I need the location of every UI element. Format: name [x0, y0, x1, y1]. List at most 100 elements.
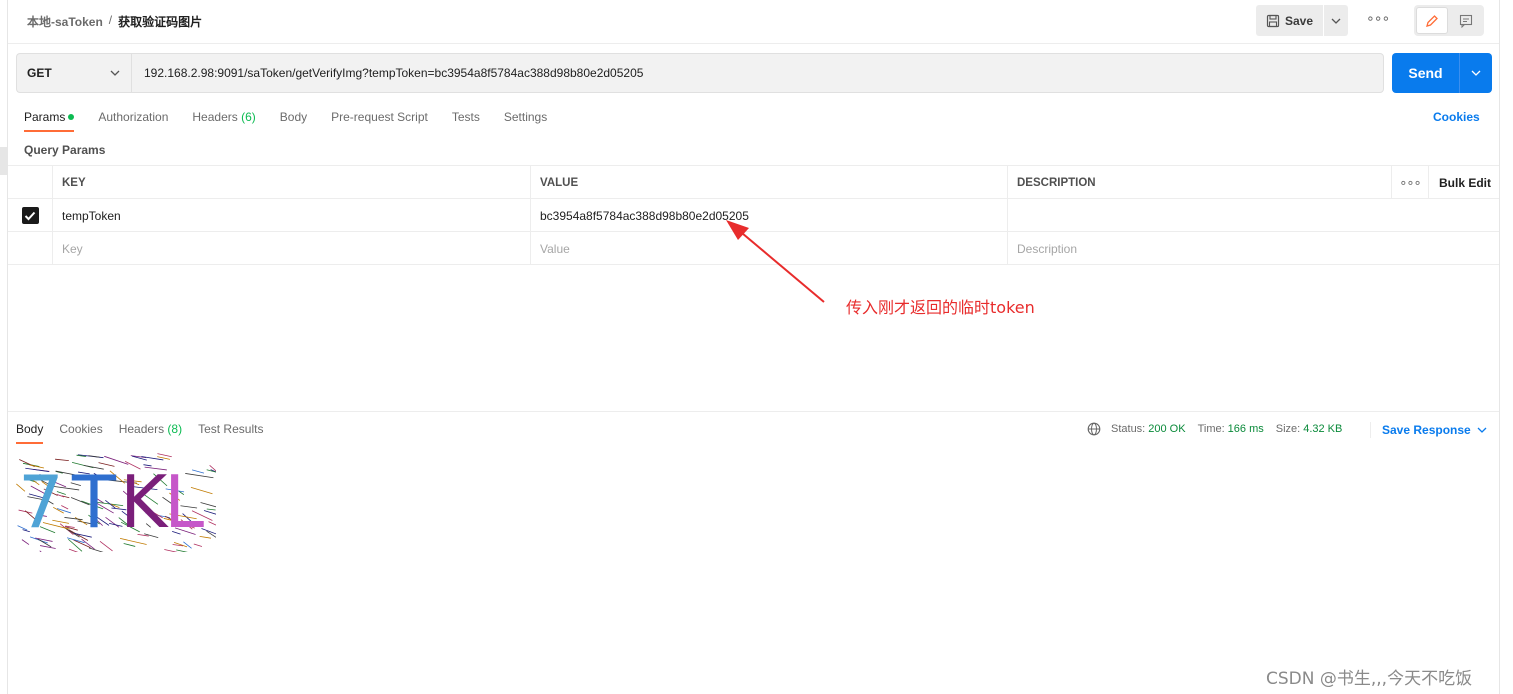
chevron-down-icon	[110, 70, 120, 76]
chevron-down-icon	[1471, 70, 1481, 76]
captcha-noise-line	[208, 521, 216, 526]
params-table: KEY VALUE DESCRIPTION ∘∘∘ Bulk Edit temp…	[8, 165, 1499, 265]
params-active-dot	[68, 114, 75, 120]
breadcrumb-request-name[interactable]: 获取验证码图片	[118, 13, 202, 30]
response-tab-body[interactable]: Body	[16, 422, 44, 444]
response-divider	[8, 411, 1499, 412]
response-tab-cookies[interactable]: Cookies	[59, 422, 102, 444]
param-key[interactable]: tempToken	[52, 199, 530, 232]
size-label: Size:	[1275, 423, 1301, 435]
captcha-noise-line	[206, 508, 216, 511]
tab-prerequest-script[interactable]: Pre-request Script	[331, 110, 428, 132]
param-description[interactable]	[1007, 199, 1391, 232]
tab-tests[interactable]: Tests	[452, 110, 480, 132]
row-checkbox[interactable]	[21, 207, 39, 224]
captcha-char-1: 7	[18, 460, 64, 544]
send-options-button[interactable]	[1459, 53, 1492, 93]
new-key-input[interactable]: Key	[52, 232, 530, 265]
table-row-empty: Key Value Description	[8, 232, 1499, 265]
comment-icon	[1459, 14, 1473, 28]
column-header-description: DESCRIPTION	[1007, 166, 1391, 199]
new-value-input[interactable]: Value	[530, 232, 1007, 265]
breadcrumb-collection[interactable]: 本地-saToken	[27, 13, 103, 30]
url-input[interactable]: 192.168.2.98:9091/saToken/getVerifyImg?t…	[131, 53, 1384, 93]
send-group: Send	[1392, 53, 1492, 93]
tab-headers-label: Headers	[192, 110, 238, 124]
response-tab-headers[interactable]: Headers (8)	[119, 422, 182, 444]
response-tabs: Body Cookies Headers (8) Test Results	[16, 422, 279, 444]
captcha-noise-line	[39, 550, 42, 552]
time-value[interactable]: 166 ms	[1228, 423, 1264, 435]
request-tabs: Params Authorization Headers (6) Body Pr…	[24, 110, 571, 132]
chevron-down-icon	[1477, 427, 1487, 433]
param-value[interactable]: bc3954a8f5784ac388d98b80e2d05205	[530, 199, 1007, 232]
save-dropdown-button[interactable]	[1324, 5, 1348, 36]
new-description-input[interactable]: Description	[1007, 232, 1391, 265]
status-value[interactable]: 200 OK	[1148, 423, 1185, 435]
tab-params-label: Params	[24, 110, 66, 124]
annotation-text: 传入刚才返回的临时token	[846, 298, 1035, 317]
captcha-char-3: K	[120, 460, 168, 544]
empty-checkbox-cell	[8, 232, 52, 265]
breadcrumb-separator: /	[108, 13, 113, 27]
tab-settings[interactable]: Settings	[504, 110, 547, 132]
documentation-mode-button[interactable]	[1450, 7, 1482, 34]
header-checkbox-cell	[8, 166, 52, 199]
table-row: tempToken bc3954a8f5784ac388d98b80e2d052…	[8, 199, 1499, 232]
edit-mode-button[interactable]	[1416, 7, 1448, 34]
size-value[interactable]: 4.32 KB	[1303, 423, 1342, 435]
response-tab-headers-label: Headers	[118, 422, 165, 436]
captcha-char-2: T	[72, 460, 116, 544]
chevron-down-icon	[1331, 18, 1341, 24]
captcha-noise-line	[203, 510, 216, 515]
cookies-link[interactable]: Cookies	[1433, 110, 1480, 124]
view-mode-toggle	[1414, 5, 1484, 36]
send-button[interactable]: Send	[1392, 53, 1459, 93]
response-headers-count: (8)	[167, 422, 183, 436]
column-header-key: KEY	[52, 166, 530, 199]
pencil-icon	[1426, 14, 1438, 27]
column-header-value: VALUE	[530, 166, 1007, 199]
captcha-noise-line	[206, 469, 216, 473]
save-response-label: Save Response	[1382, 423, 1471, 437]
response-tab-test-results[interactable]: Test Results	[198, 422, 263, 444]
left-border	[7, 0, 8, 694]
status-label: Status:	[1111, 423, 1146, 435]
annotation-arrow	[726, 220, 825, 303]
headers-count: (6)	[241, 110, 256, 124]
response-meta: Status: 200 OK Time: 166 ms Size: 4.32 KB	[1087, 422, 1342, 436]
save-response-button[interactable]: Save Response	[1370, 422, 1487, 438]
request-header: 本地-saToken / 获取验证码图片 Save ∘∘∘	[8, 0, 1499, 44]
tab-headers[interactable]: Headers (6)	[192, 110, 255, 132]
check-icon	[24, 211, 36, 220]
captcha-noise-line	[157, 453, 172, 458]
captcha-noise-line	[40, 545, 56, 549]
params-header-row: KEY VALUE DESCRIPTION ∘∘∘ Bulk Edit	[8, 166, 1499, 199]
captcha-noise-line	[176, 549, 188, 552]
time-label: Time:	[1197, 423, 1225, 435]
captcha-char-4: L	[164, 460, 205, 544]
row-checkbox-cell	[8, 199, 52, 232]
captcha-image: 7 T K L	[16, 452, 216, 552]
scroll-marker	[0, 147, 7, 175]
captcha-noise-line	[88, 547, 104, 552]
globe-icon[interactable]	[1087, 422, 1101, 436]
watermark: CSDN @书生,,,今天不吃饭	[1266, 669, 1473, 689]
method-value: GET	[27, 66, 52, 80]
table-more-icon[interactable]: ∘∘∘	[1391, 166, 1428, 199]
query-params-title: Query Params	[24, 143, 106, 157]
save-icon	[1266, 14, 1280, 27]
bulk-edit-button[interactable]: Bulk Edit	[1428, 166, 1499, 199]
captcha-noise-line	[193, 543, 203, 547]
more-options-icon[interactable]: ∘∘∘	[1366, 10, 1390, 27]
right-border	[1499, 0, 1500, 694]
tab-authorization[interactable]: Authorization	[98, 110, 168, 132]
captcha-noise-line	[206, 530, 216, 538]
tab-body[interactable]: Body	[280, 110, 307, 132]
breadcrumb: 本地-saToken / 获取验证码图片	[27, 13, 202, 30]
save-button[interactable]: Save	[1256, 5, 1323, 36]
method-select[interactable]: GET	[16, 53, 131, 93]
tab-params[interactable]: Params	[24, 110, 75, 132]
save-label: Save	[1284, 13, 1314, 28]
save-group: Save	[1256, 5, 1348, 36]
